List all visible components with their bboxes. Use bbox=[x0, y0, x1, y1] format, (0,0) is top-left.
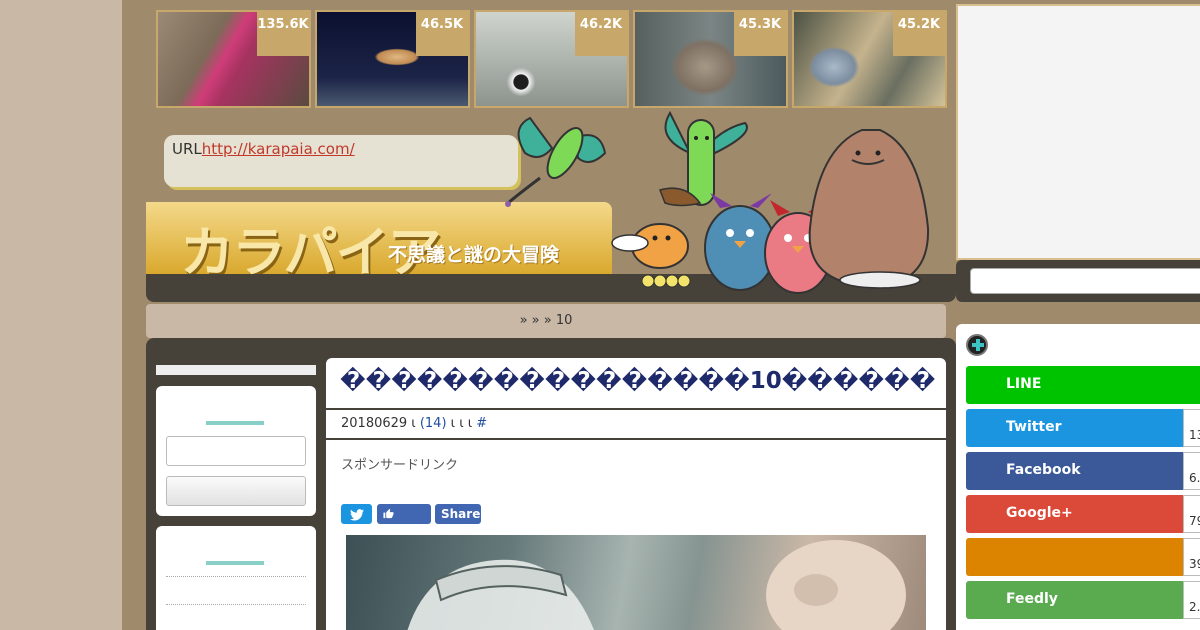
facebook-share-button[interactable]: Share bbox=[435, 504, 481, 524]
article-meta: 20180629 ι (14) ι ι ι # bbox=[341, 416, 487, 431]
url-label: URL bbox=[172, 140, 202, 158]
breadcrumb[interactable]: » » » 10 bbox=[146, 304, 946, 338]
view-count: 45.2K bbox=[893, 12, 945, 56]
thumbnail-4[interactable]: 45.3K bbox=[633, 10, 788, 108]
blue-bird-mascot bbox=[704, 193, 776, 291]
comment-count-link[interactable]: (14) bbox=[420, 416, 447, 431]
twitter-share-count: 13 bbox=[1183, 409, 1200, 447]
thumbnail-5[interactable]: 45.2K bbox=[792, 10, 947, 108]
mascot-illustration bbox=[505, 110, 930, 294]
share-label: Google+ bbox=[1006, 505, 1073, 521]
list-divider bbox=[166, 604, 306, 605]
article-title: ����������������10������ bbox=[340, 368, 936, 394]
butterfly-mascot-left bbox=[505, 116, 607, 207]
title-divider bbox=[326, 408, 946, 410]
meta-separator: ι ι ι bbox=[446, 416, 477, 431]
share-label: Facebook bbox=[1006, 462, 1081, 478]
thumbnail-3[interactable]: 46.2K bbox=[474, 10, 629, 108]
facebook-share-count: 6. bbox=[1183, 452, 1200, 490]
permalink-hash[interactable]: # bbox=[476, 416, 487, 431]
share-label: Feedly bbox=[1006, 591, 1058, 607]
brown-blob-mascot bbox=[808, 129, 930, 289]
googleplus-share-button[interactable]: Google+ bbox=[966, 495, 1183, 533]
thumbs-up-icon bbox=[383, 508, 394, 519]
facebook-share-button-side[interactable]: Facebook bbox=[966, 452, 1183, 490]
site-url-box: URLhttp://karapaia.com/ bbox=[164, 135, 518, 187]
thumbnail-2[interactable]: 46.5K bbox=[315, 10, 470, 108]
article: ����������������10������ 20180629 ι (14)… bbox=[326, 358, 946, 630]
meta-separator: ι bbox=[407, 416, 420, 431]
feedly-share-button[interactable]: Feedly bbox=[966, 581, 1183, 619]
meta-divider bbox=[326, 438, 946, 440]
left-background bbox=[0, 0, 122, 630]
article-hero-image bbox=[346, 535, 926, 630]
share-label: Twitter bbox=[1006, 419, 1062, 435]
widget-heading-bar bbox=[206, 561, 264, 565]
facebook-like-button[interactable]: Like bbox=[377, 504, 431, 541]
sidebar-list-widget bbox=[156, 526, 316, 630]
line-share-button[interactable]: LINE bbox=[966, 366, 1200, 404]
share-label: LINE bbox=[1006, 376, 1042, 392]
twitter-share-button[interactable]: Twitter bbox=[966, 409, 1183, 447]
sidebar-search-widget bbox=[156, 386, 316, 516]
sidebar-search-input[interactable] bbox=[166, 436, 306, 466]
twitter-bird-icon bbox=[349, 508, 364, 520]
advertisement-box bbox=[956, 4, 1200, 260]
plus-icon[interactable] bbox=[966, 334, 988, 356]
view-count: 46.2K bbox=[575, 12, 627, 56]
hatena-share-count: 39 bbox=[1183, 538, 1200, 576]
article-date: 20180629 bbox=[341, 416, 408, 431]
right-search-input[interactable] bbox=[970, 268, 1200, 294]
list-divider bbox=[166, 576, 306, 577]
view-count: 45.3K bbox=[734, 12, 786, 56]
view-count: 135.6K bbox=[257, 12, 309, 56]
hatena-share-button[interactable] bbox=[966, 538, 1183, 576]
sidebar-search-button[interactable] bbox=[166, 476, 306, 506]
thumbnail-1[interactable]: 135.6K bbox=[156, 10, 311, 108]
popular-thumbnails: 135.6K 46.5K 46.2K 45.3K 45.2K bbox=[156, 10, 948, 108]
widget-heading-bar bbox=[206, 421, 264, 425]
orange-bird-mascot bbox=[611, 187, 702, 288]
tweet-button[interactable] bbox=[341, 504, 372, 524]
sponsored-link-label: スポンサードリンク bbox=[341, 458, 459, 473]
feedly-share-count: 2. bbox=[1183, 581, 1200, 619]
hero-image-shapes bbox=[407, 540, 906, 630]
site-url-link[interactable]: http://karapaia.com/ bbox=[202, 140, 355, 158]
sidebar-top-strip bbox=[156, 365, 316, 375]
googleplus-share-count: 79 bbox=[1183, 495, 1200, 533]
view-count: 46.5K bbox=[416, 12, 468, 56]
